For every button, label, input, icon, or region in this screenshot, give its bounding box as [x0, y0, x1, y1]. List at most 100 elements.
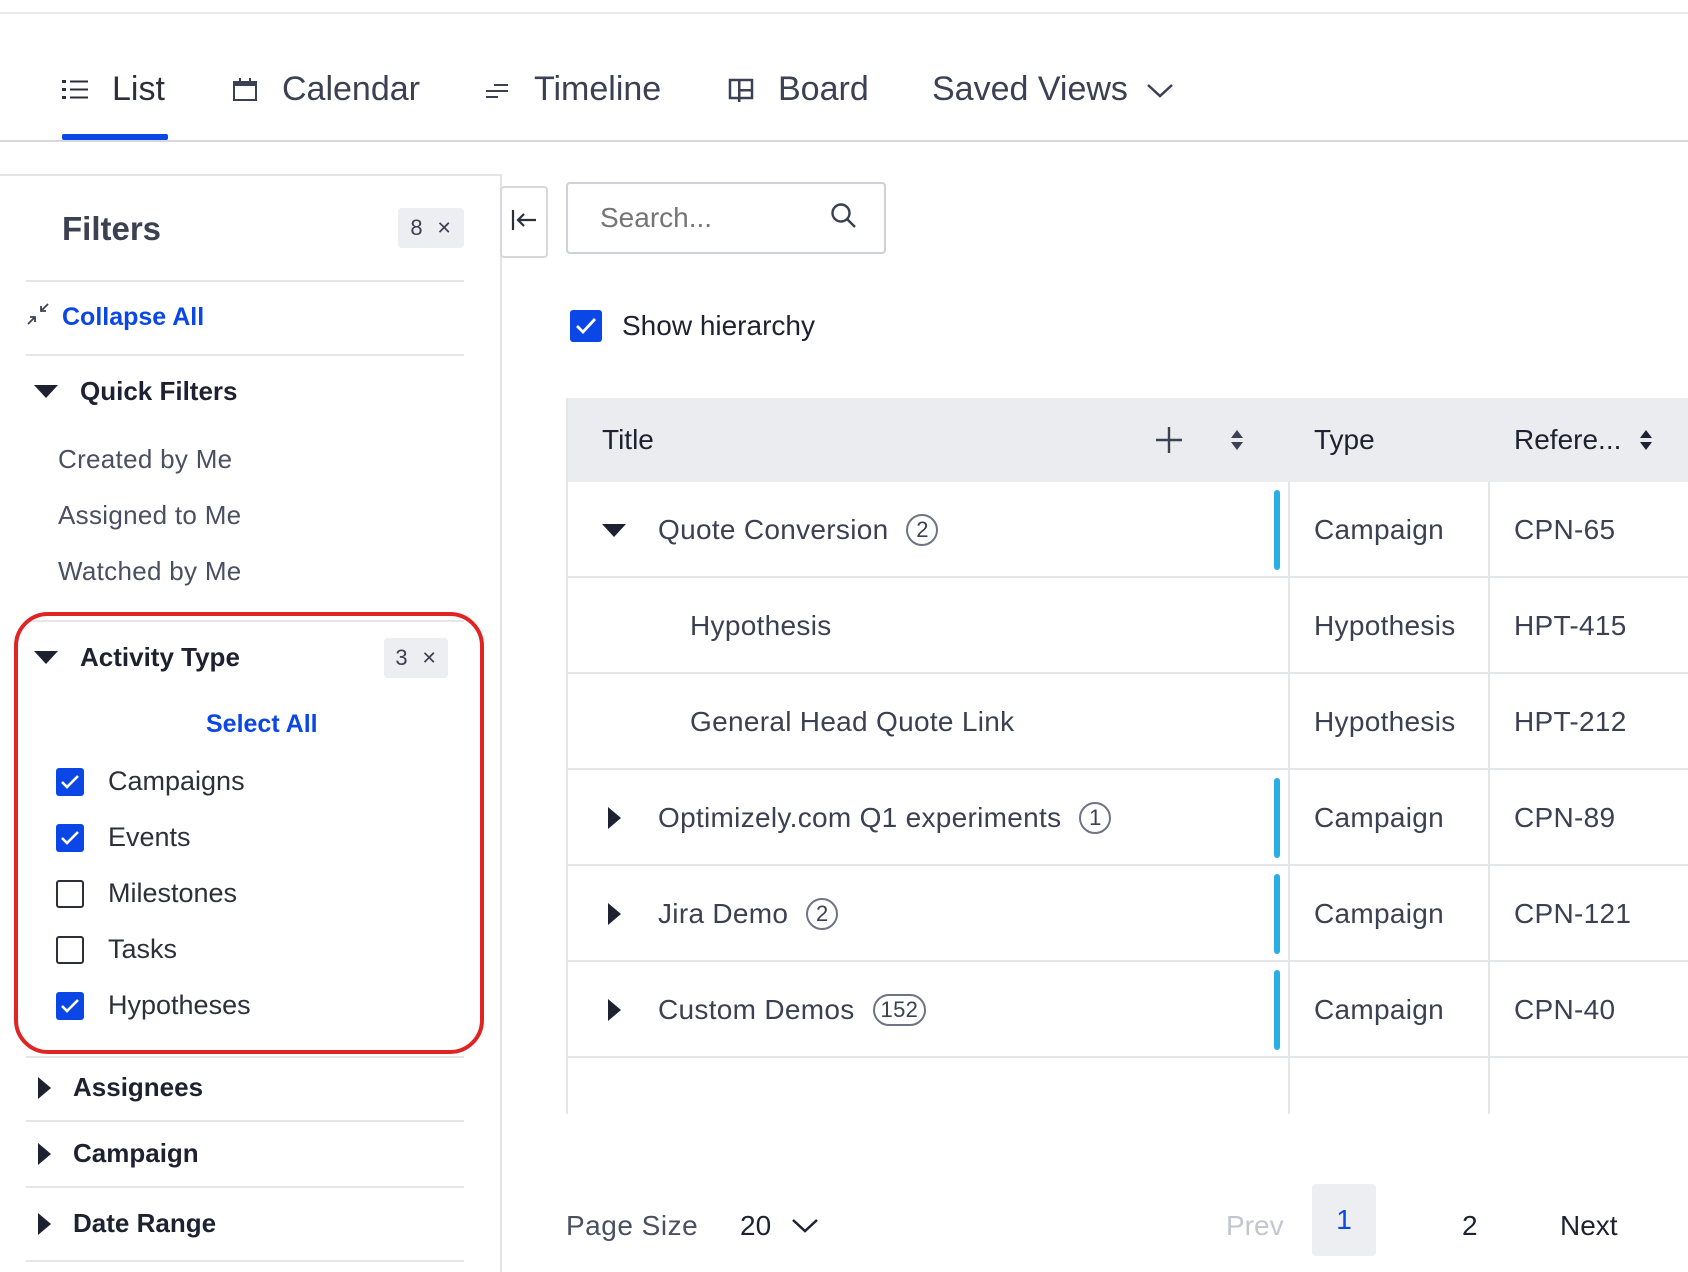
select-all-link[interactable]: Select All — [206, 710, 318, 739]
calendar-icon — [232, 70, 258, 110]
caret-right-icon — [38, 1212, 51, 1235]
show-hierarchy-toggle[interactable]: Show hierarchy — [570, 310, 815, 342]
table-row[interactable]: Custom Demos 152 Campaign CPN-40 — [568, 962, 1688, 1058]
list-icon — [62, 70, 88, 110]
tab-board[interactable]: Board — [728, 60, 869, 140]
section-label: Assignees — [73, 1072, 204, 1102]
collapse-all-button[interactable]: Collapse All — [26, 302, 204, 333]
table-row[interactable]: Optimizely.com Q1 experiments 1 Campaign… — [568, 770, 1688, 866]
next-page-button[interactable]: Next — [1560, 1196, 1618, 1256]
row-title[interactable]: Hypothesis — [690, 578, 832, 674]
tab-calendar[interactable]: Calendar — [232, 60, 420, 140]
child-count-badge: 2 — [906, 514, 939, 546]
page-size-select[interactable]: 20 — [740, 1196, 819, 1256]
activity-type-toggle[interactable]: Activity Type — [34, 642, 240, 673]
tabs-divider — [0, 140, 1688, 142]
column-divider — [1288, 770, 1290, 866]
row-title[interactable]: General Head Quote Link — [690, 674, 1014, 770]
row-type: Hypothesis — [1314, 706, 1456, 737]
activity-type-count: 3 — [395, 645, 408, 670]
quick-filters-toggle[interactable]: Quick Filters — [34, 376, 238, 407]
checkbox-label: Tasks — [108, 934, 178, 964]
checkbox-events[interactable]: Events — [56, 822, 191, 853]
checkbox-checked-icon[interactable] — [56, 991, 84, 1020]
tab-timeline[interactable]: Timeline — [484, 60, 661, 140]
child-count-badge: 1 — [1079, 802, 1112, 834]
column-header-title[interactable]: Title — [602, 398, 654, 482]
filters-title: Filters — [62, 210, 162, 247]
row-title: Quote Conversion 2 — [658, 482, 939, 578]
tab-saved-views[interactable]: Saved Views — [932, 60, 1174, 140]
campaign-toggle[interactable]: Campaign — [38, 1138, 199, 1169]
campaign-color-bar — [1274, 970, 1280, 1050]
collapse-all-label: Collapse All — [62, 303, 205, 331]
add-column-icon[interactable] — [1154, 398, 1184, 482]
column-header-type[interactable]: Type — [1314, 398, 1375, 482]
top-divider — [0, 12, 1688, 14]
page-1-button[interactable]: 1 — [1312, 1184, 1376, 1256]
row-type: Campaign — [1314, 898, 1445, 929]
row-reference: CPN-121 — [1514, 898, 1632, 929]
checkbox-milestones[interactable]: Milestones — [56, 878, 237, 909]
checkbox-unchecked-icon[interactable] — [56, 935, 84, 964]
search-icon[interactable] — [830, 202, 858, 235]
collapse-row-icon[interactable] — [602, 524, 626, 537]
row-title-text[interactable]: Jira Demo — [658, 898, 788, 930]
row-title: Jira Demo 2 — [658, 866, 839, 962]
divider — [26, 1056, 464, 1058]
quick-filter-watched-by-me[interactable]: Watched by Me — [58, 556, 242, 587]
divider — [26, 1186, 464, 1188]
activity-type-count-chip[interactable]: 3 ✕ — [384, 638, 448, 678]
activities-table: Title Type Refere... Quote Conversion 2 … — [566, 398, 1688, 1142]
checkbox-label: Hypotheses — [108, 990, 251, 1020]
column-header-reference[interactable]: Refere... — [1514, 398, 1653, 482]
expand-row-icon[interactable] — [608, 999, 621, 1021]
filters-count-chip[interactable]: 8 ✕ — [398, 208, 464, 248]
checkbox-unchecked-icon[interactable] — [56, 879, 84, 908]
prev-page-button[interactable]: Prev — [1226, 1196, 1284, 1256]
collapse-sidebar-button[interactable] — [500, 186, 548, 258]
checkbox-tasks[interactable]: Tasks — [56, 934, 177, 965]
column-divider — [1488, 962, 1490, 1058]
clear-filters-icon[interactable]: ✕ — [437, 218, 452, 239]
page-size-label: Page Size — [566, 1210, 699, 1241]
row-type: Campaign — [1314, 994, 1445, 1025]
clear-activity-type-icon[interactable]: ✕ — [422, 648, 437, 669]
column-divider — [1488, 674, 1490, 770]
page-size-value: 20 — [740, 1210, 772, 1241]
expand-row-icon[interactable] — [608, 807, 621, 829]
table-row[interactable]: General Head Quote Link Hypothesis HPT-2… — [568, 674, 1688, 770]
row-type: Campaign — [1314, 514, 1445, 545]
checkbox-checked-icon[interactable] — [56, 823, 84, 852]
table-row[interactable]: Jira Demo 2 Campaign CPN-121 — [568, 866, 1688, 962]
child-count-badge: 152 — [872, 994, 927, 1026]
column-divider — [1488, 482, 1490, 578]
expand-row-icon[interactable] — [608, 903, 621, 925]
column-divider — [1288, 482, 1290, 578]
chevron-down-icon — [1146, 70, 1174, 110]
page-2-button[interactable]: 2 — [1462, 1196, 1478, 1256]
table-row[interactable]: Hypothesis Hypothesis HPT-415 — [568, 578, 1688, 674]
checkbox-campaigns[interactable]: Campaigns — [56, 766, 245, 797]
table-row[interactable]: Quote Conversion 2 Campaign CPN-65 — [568, 482, 1688, 578]
assignees-toggle[interactable]: Assignees — [38, 1072, 203, 1103]
tab-list[interactable]: List — [62, 60, 165, 140]
row-title-text[interactable]: Custom Demos — [658, 994, 855, 1026]
sort-icon[interactable] — [1639, 428, 1653, 452]
checkbox-hypotheses[interactable]: Hypotheses — [56, 990, 251, 1021]
row-title-text[interactable]: Quote Conversion — [658, 514, 888, 546]
checkbox-checked-icon[interactable] — [56, 767, 84, 796]
row-title-text[interactable]: Optimizely.com Q1 experiments — [658, 802, 1061, 834]
column-divider — [1288, 866, 1290, 962]
row-type: Campaign — [1314, 802, 1445, 833]
caret-down-icon — [34, 385, 58, 398]
quick-filter-assigned-to-me[interactable]: Assigned to Me — [58, 500, 241, 531]
quick-filter-created-by-me[interactable]: Created by Me — [58, 444, 232, 475]
table-scroll-fade — [566, 1114, 1688, 1142]
sort-icon[interactable] — [1230, 398, 1244, 482]
caret-right-icon — [38, 1076, 51, 1099]
date-range-toggle[interactable]: Date Range — [38, 1208, 216, 1239]
checkbox-checked-icon[interactable] — [570, 310, 602, 342]
search-input[interactable] — [598, 201, 818, 235]
search-box[interactable] — [566, 182, 886, 254]
